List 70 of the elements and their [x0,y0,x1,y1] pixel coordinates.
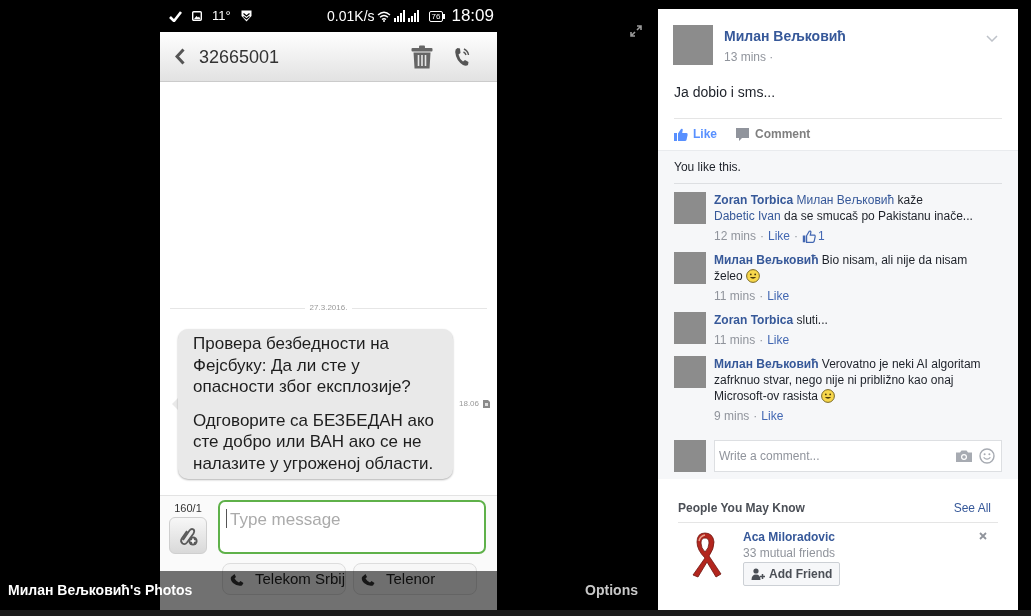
camera-icon[interactable] [956,450,972,462]
mention-link[interactable]: Милан Вељковић [796,193,895,207]
like-link[interactable]: Like [767,332,790,348]
trash-icon[interactable] [411,44,433,69]
sim-card-icon [483,400,491,408]
contact-number: 32665001 [199,45,280,68]
network-speed-text: 0.01K/s [327,8,375,24]
comment-text: Милан Вељковић Bio nisam, ali nije da nisam želeo [714,252,969,284]
options-button[interactable]: Options [585,580,638,601]
close-icon[interactable] [979,532,987,540]
author-link[interactable]: Милан Вељковић [714,357,819,371]
like-link[interactable]: Like [767,288,790,304]
thumbs-up-outline-icon [802,229,817,243]
section-title: People You May Know [678,500,805,516]
author-link[interactable]: Милан Вељковић [714,253,819,267]
check-icon [169,10,182,22]
like-count: 1 [818,228,825,244]
author-link[interactable]: Zoran Torbica [714,313,794,327]
separator-dot: · [760,228,765,244]
author-link[interactable]: Zoran Torbica [714,193,794,207]
character-counter: 160/1 [174,501,202,515]
message-time: 18.06 [459,399,480,409]
comment-time: 12 mins [714,228,757,244]
like-link[interactable]: Like [768,228,791,244]
comment-input[interactable]: Write a comment... [714,440,1002,472]
see-all-link[interactable]: See All [953,500,991,516]
comment-text: Zoran Torbica Милан Вељковић kaže Dabetic Ivan da se smucaš po Pakistanu inače... [714,192,974,224]
comment-text: Zoran Torbica sluti... [714,312,829,328]
phone-icon[interactable] [454,46,470,67]
author-link[interactable]: Милан Вељковић [724,27,846,45]
sim-button[interactable]: Telekom Srbij [222,563,346,595]
post-time: 13 mins · [724,49,775,65]
likes-summary: You like this. [674,159,742,175]
chevron-down-icon[interactable] [986,35,998,42]
comment-button[interactable]: Comment [736,125,811,143]
comment-time: 9 mins [714,408,750,424]
text-cursor-icon [226,509,227,528]
message-text: Провера безбедности на Фејсбуку: Да ли сте у опасности због експлозије? [193,333,412,398]
person-name-link[interactable]: Aca Miloradovic [743,529,836,545]
separator-dot: · [794,228,799,244]
separator-dot: · [759,332,764,348]
comment-time: 11 mins [714,288,756,304]
message-input[interactable]: Type message [218,500,486,554]
status-time: 18:09 [451,7,494,25]
separator-dot: · [753,408,758,424]
add-friend-button[interactable]: Add Friend [743,562,841,586]
attach-button[interactable] [169,517,207,554]
wifi-icon [376,10,391,22]
message-text: Одговорите са БЕЗБЕДАН ако сте добро или ВАН ако се не налазите у угроженој области. [193,409,436,474]
emoji-icon[interactable] [979,448,995,464]
sim-button[interactable]: Telenor [353,563,477,595]
mutual-friends: 33 mutual friends [743,545,836,561]
temperature-text: 11° [212,9,231,23]
shield-icon [240,10,252,22]
expand-icon[interactable] [630,25,642,37]
signal-icon [393,10,406,22]
like-link[interactable]: Like [761,408,784,424]
back-icon[interactable] [175,48,185,65]
image-icon [192,11,202,21]
separator-dot: · [759,288,764,304]
comment-text: Милан Вељковић Verovatno je neki AI algoritam zafrknuo stvar, nego nije ni približno kao onaj Microsoft-ov rasista [714,356,982,404]
comment-time: 11 mins [714,332,756,348]
speech-bubble-icon [736,127,749,141]
mention-link[interactable]: Dabetic Ivan [714,209,781,223]
date-divider: 27.3.2016. [309,303,348,313]
signal-icon [407,10,420,22]
battery-indicator: 76 [428,10,444,22]
post-text: Ja dobio i sms... [673,83,777,101]
thumbs-up-icon [674,127,688,141]
person-add-icon [751,568,765,580]
